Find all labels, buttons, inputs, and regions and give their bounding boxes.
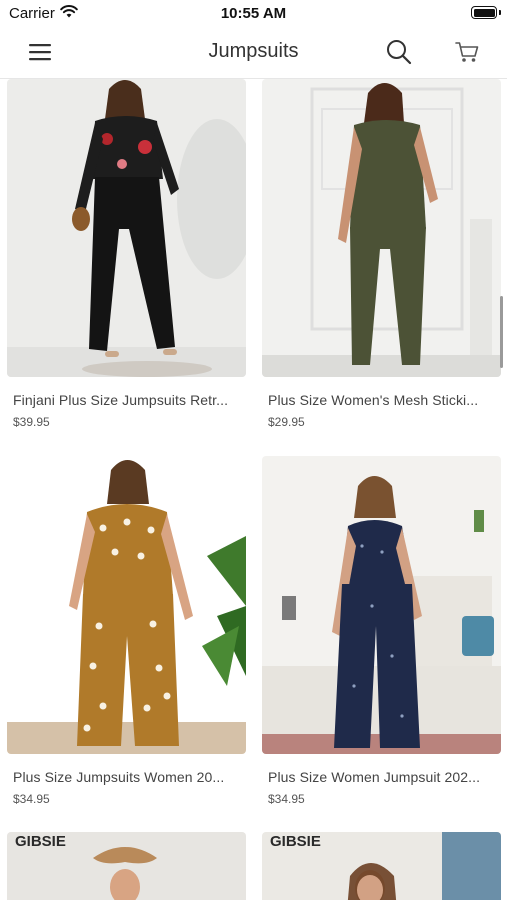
page-title: Jumpsuits xyxy=(208,40,299,62)
shopping-cart-icon xyxy=(454,39,480,70)
product-card[interactable]: Plus Size Women Jumpsuit 202... $34.95 xyxy=(262,456,501,808)
product-card[interactable]: Plus Size Jumpsuits Women 20... $34.95 xyxy=(7,456,246,808)
product-title[interactable]: Finjani Plus Size Jumpsuits Retr... xyxy=(13,392,245,408)
product-image[interactable] xyxy=(262,456,501,754)
product-card[interactable]: GIBSIE xyxy=(7,832,246,900)
product-card[interactable]: Plus Size Women's Mesh Sticki... $29.95 xyxy=(262,79,501,431)
battery-icon xyxy=(471,6,497,19)
cart-button[interactable] xyxy=(451,38,483,70)
search-button[interactable] xyxy=(383,38,415,70)
product-image[interactable] xyxy=(7,79,246,377)
product-image[interactable]: GIBSIE xyxy=(262,832,501,900)
navigation-bar: Jumpsuits xyxy=(0,28,507,79)
status-time: 10:55 AM xyxy=(220,5,287,22)
product-grid: Finjani Plus Size Jumpsuits Retr... $39.… xyxy=(0,79,507,900)
product-card[interactable]: GIBSIE xyxy=(262,832,501,900)
product-price: $29.95 xyxy=(268,415,305,429)
product-price: $34.95 xyxy=(268,792,305,806)
brand-watermark: GIBSIE xyxy=(15,833,66,850)
product-image[interactable] xyxy=(7,456,246,754)
product-card[interactable]: Finjani Plus Size Jumpsuits Retr... $39.… xyxy=(7,79,246,431)
product-title[interactable]: Plus Size Jumpsuits Women 20... xyxy=(13,769,245,785)
status-bar: Carrier 10:55 AM xyxy=(0,0,507,28)
product-title[interactable]: Plus Size Women Jumpsuit 202... xyxy=(268,769,500,785)
product-image[interactable]: GIBSIE xyxy=(7,832,246,900)
scroll-indicator[interactable] xyxy=(500,296,503,368)
product-image[interactable] xyxy=(262,79,501,377)
product-price: $39.95 xyxy=(13,415,50,429)
product-price: $34.95 xyxy=(13,792,50,806)
product-title[interactable]: Plus Size Women's Mesh Sticki... xyxy=(268,392,500,408)
brand-watermark: GIBSIE xyxy=(270,833,321,850)
search-icon xyxy=(385,38,413,71)
